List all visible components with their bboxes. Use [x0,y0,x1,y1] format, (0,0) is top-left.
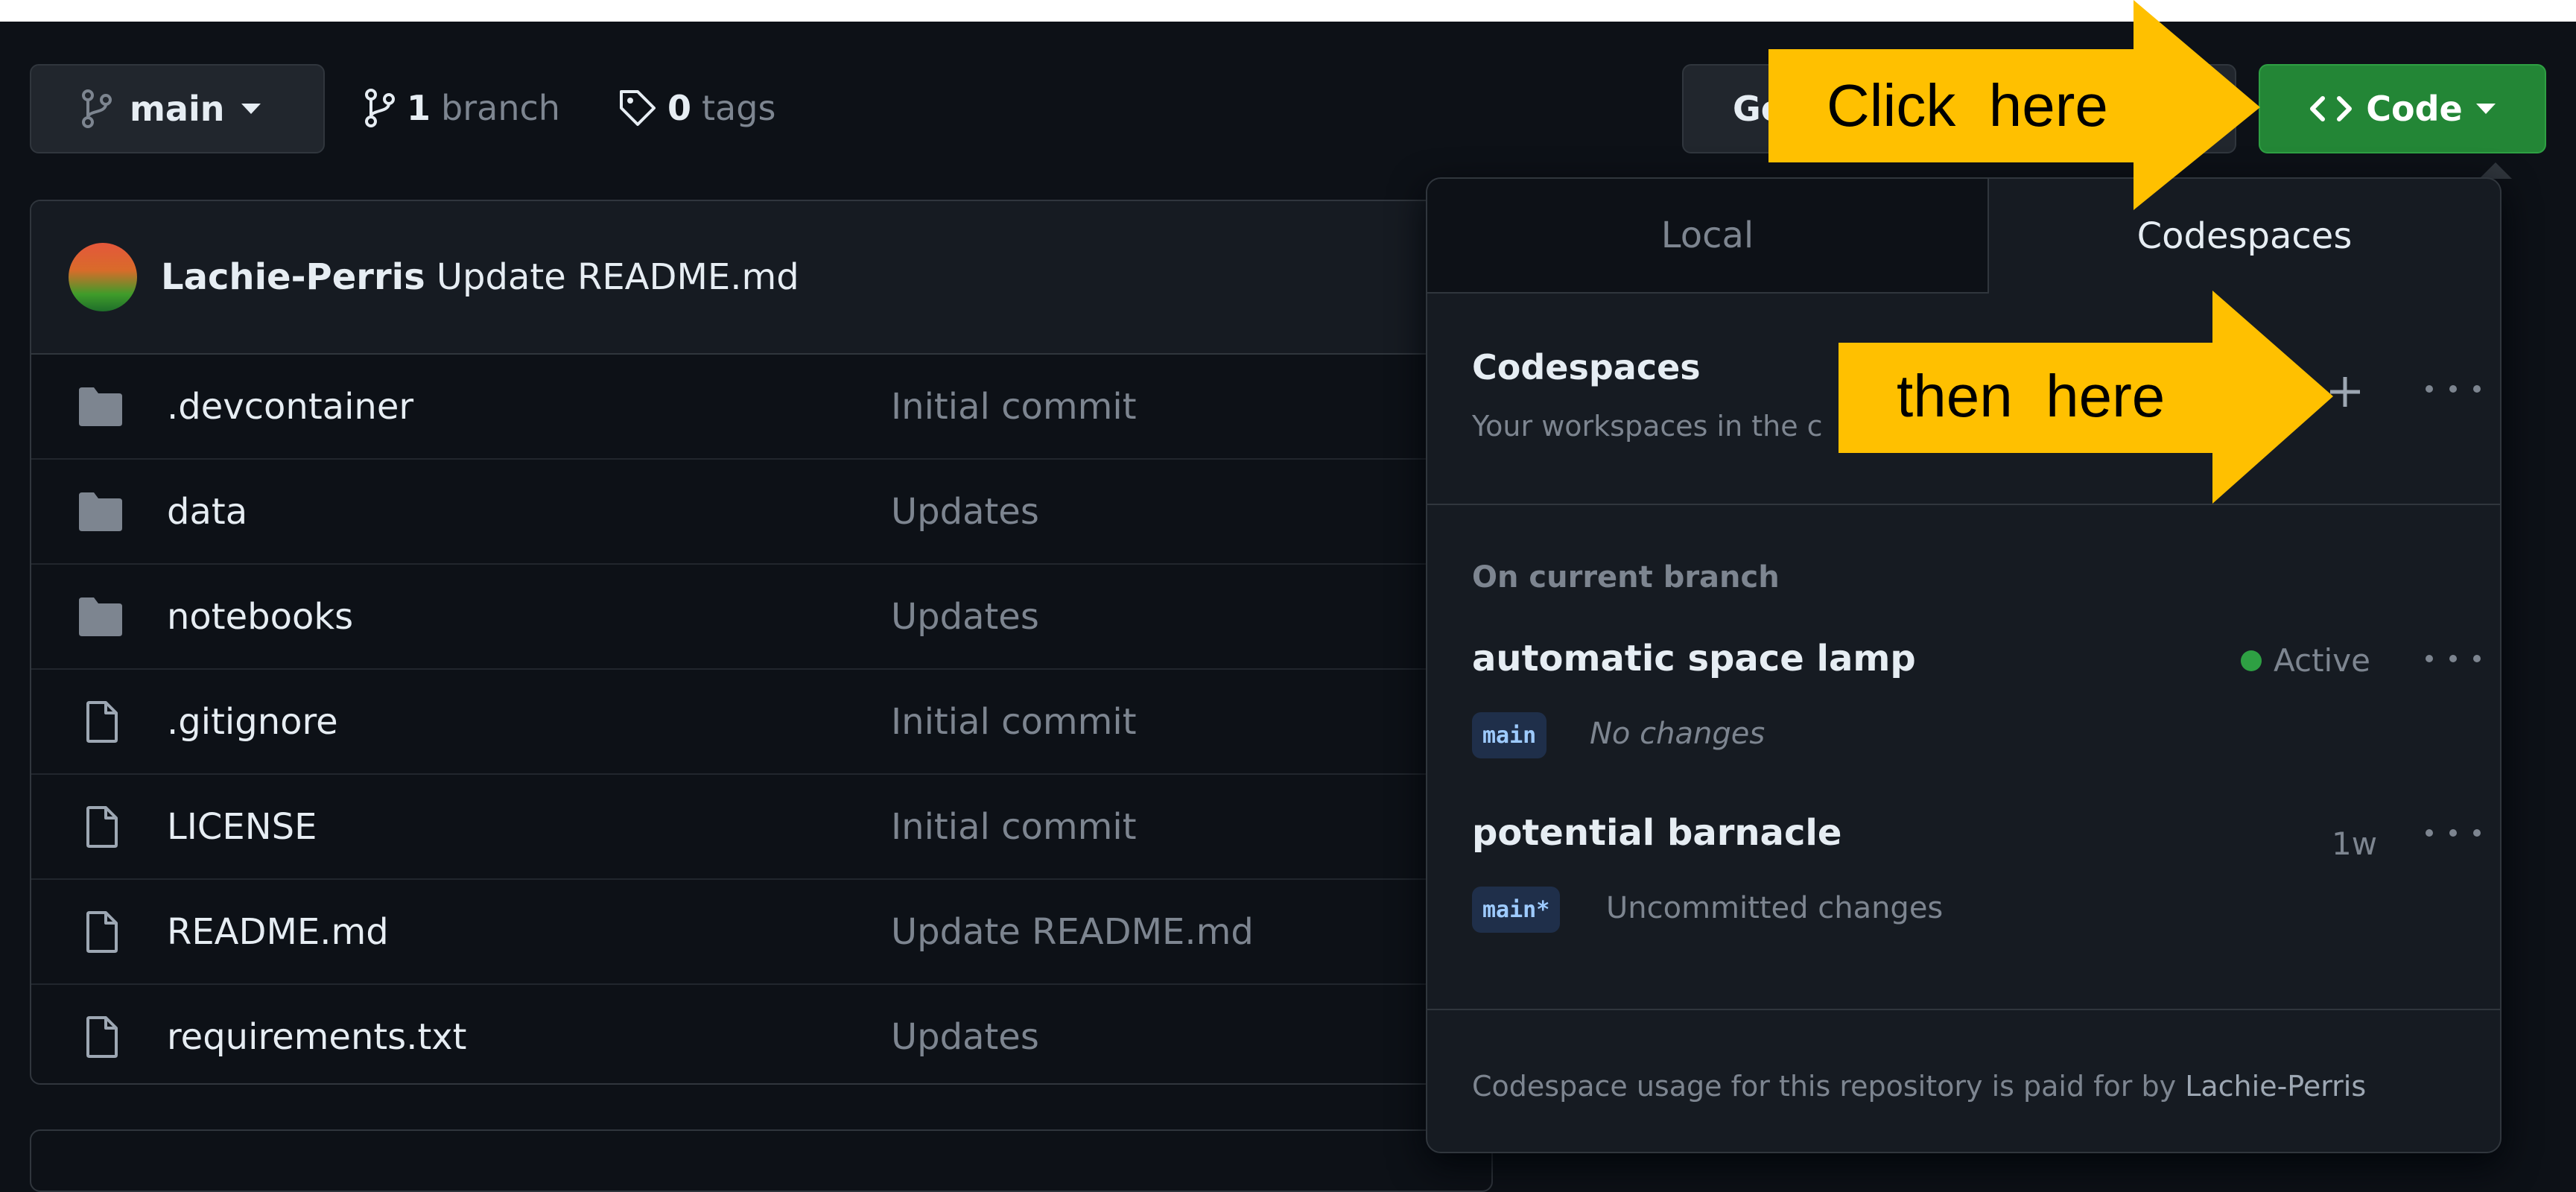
commit-message[interactable]: Update README.md [437,256,799,298]
branches-label: branch [441,88,560,128]
status-text: Active [2274,642,2370,679]
tag-icon [620,90,656,126]
file-commit-message[interactable]: Updates [891,491,1039,533]
billing-owner: Lachie-Perris [2185,1070,2367,1103]
popover-caret [2479,162,2512,179]
file-row[interactable]: data Updates [31,460,1488,565]
avatar[interactable] [69,243,137,311]
branch-selector-button[interactable]: main [30,64,325,153]
file-name[interactable]: LICENSE [167,806,317,848]
file-row[interactable]: notebooks Updates [31,565,1488,670]
codespaces-header: Codespaces Your workspaces in the c [1472,347,1823,443]
tags-link[interactable]: 0 tags [618,82,775,134]
codespace-note: No changes [1590,717,1766,751]
file-name[interactable]: requirements.txt [167,1016,467,1058]
file-commit-message[interactable]: Update README.md [891,911,1254,953]
file-row[interactable]: .gitignore Initial commit [31,670,1488,775]
git-branch-icon [365,89,395,127]
readme-box-edge [30,1129,1493,1192]
code-button[interactable]: Code [2259,64,2546,153]
codespaces-more-button[interactable] [2426,374,2481,404]
file-name[interactable]: data [167,491,247,533]
active-dot-icon [2241,650,2262,671]
billing-note-text: Codespace usage for this repository is p… [1472,1070,2177,1103]
codespaces-subtitle: Your workspaces in the c [1472,410,1823,443]
file-icon [77,701,124,743]
file-row[interactable]: LICENSE Initial commit [31,775,1488,880]
tags-count: 0 [667,88,692,128]
billing-note: Codespace usage for this repository is p… [1472,1070,2366,1103]
status-badge: Active [2241,642,2370,679]
divider [1427,1009,2500,1010]
file-name[interactable]: .gitignore [167,701,338,743]
codespace-name[interactable]: automatic space lamp [1472,638,1916,679]
folder-icon [77,491,124,533]
codespaces-title: Codespaces [1472,347,1701,387]
branches-count: 1 [407,88,431,128]
file-row[interactable]: .devcontainer Initial commit [31,355,1488,460]
file-name[interactable]: .devcontainer [167,386,413,428]
on-current-branch-label: On current branch [1472,560,1780,595]
file-name[interactable]: notebooks [167,596,353,638]
file-commit-message[interactable]: Initial commit [891,386,1137,428]
branch-pill: main [1472,712,1547,758]
code-icon [2310,96,2353,121]
file-commit-message[interactable]: Updates [891,596,1039,638]
folder-icon [77,596,124,638]
branch-pill: main* [1472,887,1561,933]
branch-selector-label: main [130,89,225,129]
file-list: Lachie-Perris Update README.md .devconta… [30,200,1490,1085]
file-row[interactable]: requirements.txt Updates [31,985,1488,1083]
file-icon [77,1016,124,1058]
codespace-more-button[interactable] [2426,644,2481,673]
caret-down-icon [241,104,261,114]
commit-author[interactable]: Lachie-Perris [161,256,425,298]
codespace-name[interactable]: potential barnacle [1472,812,1841,854]
callout-text-then-here: then here [1897,363,2166,429]
codespace-note: Uncommitted changes [1606,891,1944,925]
folder-icon [77,386,124,428]
file-commit-message[interactable]: Updates [891,1016,1039,1058]
caret-down-icon [2475,104,2496,114]
git-branch-icon [82,89,112,128]
tags-label: tags [702,88,776,128]
code-button-label: Code [2366,89,2463,129]
file-row[interactable]: README.md Update README.md [31,880,1488,985]
file-commit-message[interactable]: Initial commit [891,701,1137,743]
file-name[interactable]: README.md [167,911,389,953]
latest-commit-bar: Lachie-Perris Update README.md [31,201,1488,355]
file-icon [77,911,124,953]
codespace-more-button[interactable] [2426,818,2481,848]
callout-text-click-here: Click here [1827,72,2108,139]
codespace-time: 1w [2332,825,2378,862]
branches-link[interactable]: 1 branch [364,82,560,134]
file-icon [77,806,124,848]
file-commit-message[interactable]: Initial commit [891,806,1137,848]
